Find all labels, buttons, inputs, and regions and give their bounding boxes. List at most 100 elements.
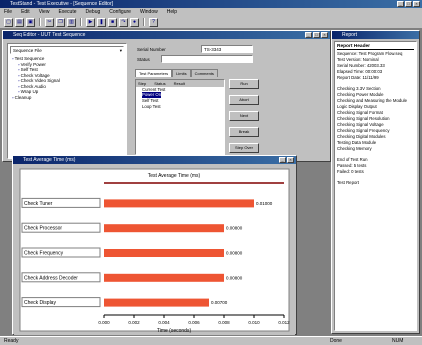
menu-bar: File Edit View Execute Debug Configure Window H… xyxy=(0,8,422,16)
tree-node-icon: ▫ xyxy=(18,72,20,78)
abort-button[interactable]: Abort xyxy=(229,95,259,105)
list-item[interactable]: Power On xyxy=(142,92,162,98)
maximize-icon[interactable]: □ xyxy=(405,1,412,7)
save-icon[interactable]: ▣ xyxy=(26,17,35,27)
close-icon[interactable]: × xyxy=(321,32,328,38)
tree-item-label: Self Test xyxy=(20,67,38,72)
chart-title-bar: Test Average Time (ms) _ × xyxy=(13,156,296,164)
list-items: Current Test Power On Self Test Loop Test xyxy=(136,87,224,109)
menu-item-view[interactable]: View xyxy=(39,8,50,16)
tree-item-label: Verify Power xyxy=(20,61,46,67)
copy-icon[interactable]: ❐ xyxy=(56,17,65,27)
column-header[interactable]: Result xyxy=(174,81,185,86)
category-label: Check Processor xyxy=(24,226,62,232)
serial-label: Serial Number xyxy=(137,47,166,52)
x-tick-label: 0.000 xyxy=(98,320,110,325)
properties-panel: Serial Number TS-3343 Status Test Parame… xyxy=(131,43,263,159)
category-label: Check Frequency xyxy=(24,251,64,257)
next-button[interactable]: Next xyxy=(229,111,259,121)
action-buttons: Run Abort Next Break Step Over xyxy=(229,79,259,159)
tab-limits[interactable]: Limits xyxy=(172,69,191,77)
menu-item-execute[interactable]: Execute xyxy=(58,8,76,16)
sequence-file-dropdown[interactable]: Sequence File ▾ xyxy=(10,46,124,54)
x-tick-label: 0.008 xyxy=(218,320,230,325)
tree-node-icon: ▫ xyxy=(12,56,14,61)
x-tick-label: 0.002 xyxy=(128,320,140,325)
open-icon[interactable]: ▤ xyxy=(15,17,24,27)
minimize-icon[interactable]: _ xyxy=(279,157,286,163)
menu-item-configure[interactable]: Configure xyxy=(109,8,131,16)
app-title-bar: TestStand - Test Executive - [Sequence E… xyxy=(0,0,422,8)
tree-node-icon: ▫ xyxy=(18,78,20,83)
column-header[interactable]: Step xyxy=(138,81,146,86)
status-input[interactable] xyxy=(161,55,253,63)
status-label: Status xyxy=(137,57,150,62)
break-button[interactable]: Break xyxy=(229,127,259,137)
breakpoint-icon[interactable]: ● xyxy=(130,17,139,27)
step-icon[interactable]: ↷ xyxy=(119,17,128,27)
run-button[interactable]: Run xyxy=(229,79,259,89)
workspace-title-bar: Seq Editor - UUT Test Sequence _ □ × xyxy=(3,31,330,39)
minimize-icon[interactable]: _ xyxy=(397,1,404,7)
report-window: Report Report Header Sequence: Test Prog… xyxy=(331,30,420,334)
report-header: Report Header xyxy=(337,44,414,50)
sequence-tree-pane: Sequence File ▾ ▫Test Sequence ▫Verify Po… xyxy=(7,43,127,159)
cut-icon[interactable]: ✂ xyxy=(45,17,54,27)
bar-value-label: 0.00800 xyxy=(226,251,243,256)
chevron-down-icon[interactable]: ▾ xyxy=(120,47,122,54)
stop-icon[interactable]: ■ xyxy=(108,17,117,27)
toolbar-separator xyxy=(143,18,145,26)
close-icon[interactable]: × xyxy=(287,157,294,163)
help-icon[interactable]: ? xyxy=(149,17,158,27)
close-icon[interactable]: × xyxy=(413,1,420,7)
menu-item-edit[interactable]: Edit xyxy=(21,8,30,16)
category-label: Check Address Decoder xyxy=(24,275,78,281)
tree-item-label: Check Video Signal xyxy=(20,78,60,83)
step-over-button[interactable]: Step Over xyxy=(229,143,259,153)
tree-item-label: Check Voltage xyxy=(20,72,50,78)
tab-test-parameters[interactable]: Test Parameters xyxy=(135,69,173,77)
status-bar: Ready Done NUM xyxy=(0,336,422,345)
toolbar-separator xyxy=(39,18,41,26)
toolbar: ▢ ▤ ▣ ✂ ❐ ▥ ▶ ❚ ■ ↷ ●? xyxy=(0,16,422,28)
bar-value-label: 0.01000 xyxy=(256,201,273,206)
category-label: Check Tuner xyxy=(24,201,53,207)
tree-node-icon: ▫ xyxy=(12,94,14,100)
bar xyxy=(104,199,254,208)
toolbar-separator xyxy=(80,18,82,26)
tree-item-label: Wrap Up xyxy=(20,89,39,94)
maximize-icon[interactable]: □ xyxy=(313,32,320,38)
tab-comments[interactable]: Comments xyxy=(190,69,218,77)
bar-value-label: 0.00700 xyxy=(211,300,228,305)
paste-icon[interactable]: ▥ xyxy=(67,17,76,27)
run-icon[interactable]: ▶ xyxy=(86,17,95,27)
new-icon[interactable]: ▢ xyxy=(4,17,13,27)
column-header[interactable]: Status xyxy=(154,81,165,86)
menu-item-file[interactable]: File xyxy=(4,8,12,16)
dropdown-value: Sequence File xyxy=(13,48,42,53)
chart-window: Test Average Time (ms) _ × Test Average … xyxy=(12,155,297,335)
x-axis-label: Time (seconds) xyxy=(157,328,192,334)
bar-chart: Test Average Time (ms) Check Tuner 0.01000… xyxy=(14,165,295,335)
sequence-tree: ▫Test Sequence ▫Verify Power ▫Self Test ▫Ch… xyxy=(8,56,126,100)
report-line: Test Report xyxy=(337,180,359,185)
report-title: Report xyxy=(342,32,358,38)
serial-input[interactable]: TS-3343 xyxy=(201,45,253,53)
report-lines: Sequence: Test Program Flow.seq Test Vers… xyxy=(337,51,414,186)
pause-icon[interactable]: ❚ xyxy=(97,17,106,27)
status-right: NUM xyxy=(392,338,404,344)
menu-item-window[interactable]: Window xyxy=(140,8,158,16)
minimize-icon[interactable]: _ xyxy=(305,32,312,38)
category-label: Check Display xyxy=(24,300,56,306)
list-item[interactable]: Loop Test xyxy=(142,104,224,109)
menu-item-debug[interactable]: Debug xyxy=(86,8,101,16)
x-tick-label: 0.006 xyxy=(188,320,200,325)
tree-node-icon: ▫ xyxy=(18,83,20,89)
bar xyxy=(104,249,224,257)
tree-item-label: Test Sequence xyxy=(14,56,45,61)
tree-item[interactable]: ▫Cleanup xyxy=(12,95,126,101)
bar-value-label: 0.00800 xyxy=(226,226,243,231)
x-tick-label: 0.010 xyxy=(248,320,260,325)
chart-title: Test Average Time (ms) xyxy=(148,173,201,179)
menu-item-help[interactable]: Help xyxy=(167,8,177,16)
